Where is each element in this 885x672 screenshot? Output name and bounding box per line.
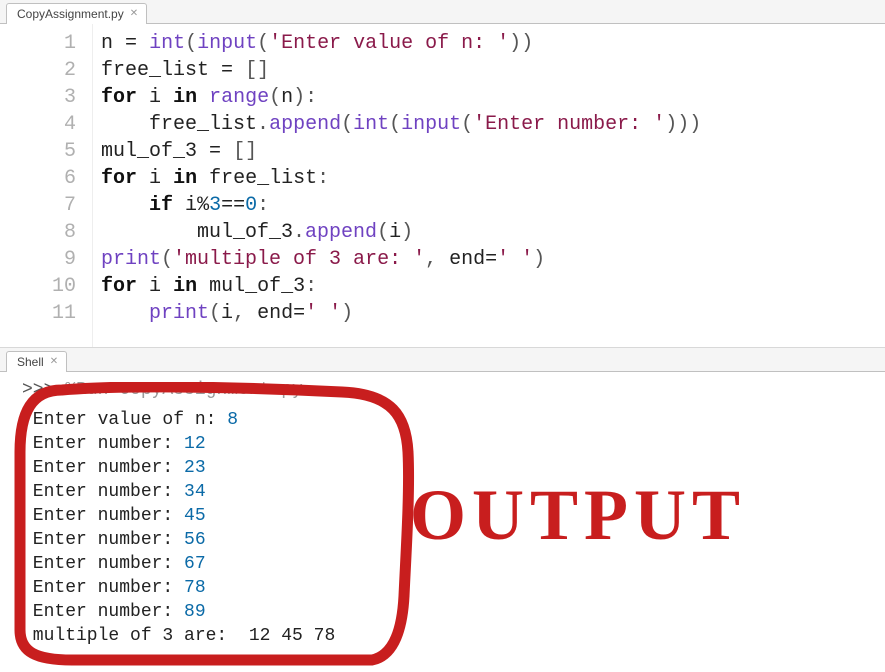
line-number: 5 [0,138,76,165]
code-line[interactable]: print('multiple of 3 are: ', end=' ') [101,246,885,273]
code-line[interactable]: free_list.append(int(input('Enter number… [101,111,885,138]
code-editor[interactable]: 1234567891011 n = int(input('Enter value… [0,24,885,348]
line-number: 8 [0,219,76,246]
code-area[interactable]: n = int(input('Enter value of n: '))free… [92,24,885,347]
line-number: 9 [0,246,76,273]
shell-run-line: >>> %Run CopyAssignment.py [22,378,885,402]
tab-label: Shell [17,355,44,369]
shell-output-line: Enter number: 34 [22,480,885,504]
line-number: 6 [0,165,76,192]
line-number: 1 [0,30,76,57]
line-number: 11 [0,300,76,327]
line-number: 3 [0,84,76,111]
code-line[interactable]: for i in mul_of_3: [101,273,885,300]
code-line[interactable]: for i in range(n): [101,84,885,111]
code-line[interactable]: free_list = [] [101,57,885,84]
close-icon[interactable]: ✕ [130,9,138,19]
shell-output-line: Enter number: 78 [22,576,885,600]
line-number: 7 [0,192,76,219]
tab-shell[interactable]: Shell ✕ [6,351,67,372]
shell-output-line: Enter number: 23 [22,456,885,480]
shell-output-line: Enter number: 56 [22,528,885,552]
code-line[interactable]: for i in free_list: [101,165,885,192]
shell-output-line: Enter number: 89 [22,600,885,624]
shell-output-line: Enter value of n: 8 [22,408,885,432]
code-line[interactable]: n = int(input('Enter value of n: ')) [101,30,885,57]
line-number: 4 [0,111,76,138]
tab-editor-file[interactable]: CopyAssignment.py ✕ [6,3,147,24]
shell-output-line: multiple of 3 are: 12 45 78 [22,624,885,648]
line-number: 2 [0,57,76,84]
line-number: 10 [0,273,76,300]
close-icon[interactable]: ✕ [50,357,58,367]
prompt-symbol: >>> [22,380,54,400]
run-command: %Run CopyAssignment.py [65,380,303,400]
shell-output[interactable]: >>> %Run CopyAssignment.py Enter value o… [0,372,885,672]
line-number-gutter: 1234567891011 [0,24,92,347]
code-line[interactable]: print(i, end=' ') [101,300,885,327]
shell-tabbar: Shell ✕ [0,348,885,372]
shell-output-line: Enter number: 67 [22,552,885,576]
code-line[interactable]: mul_of_3 = [] [101,138,885,165]
code-line[interactable]: mul_of_3.append(i) [101,219,885,246]
code-line[interactable]: if i%3==0: [101,192,885,219]
shell-output-line: Enter number: 12 [22,432,885,456]
tab-label: CopyAssignment.py [17,7,124,21]
shell-output-line: Enter number: 45 [22,504,885,528]
editor-tabbar: CopyAssignment.py ✕ [0,0,885,24]
